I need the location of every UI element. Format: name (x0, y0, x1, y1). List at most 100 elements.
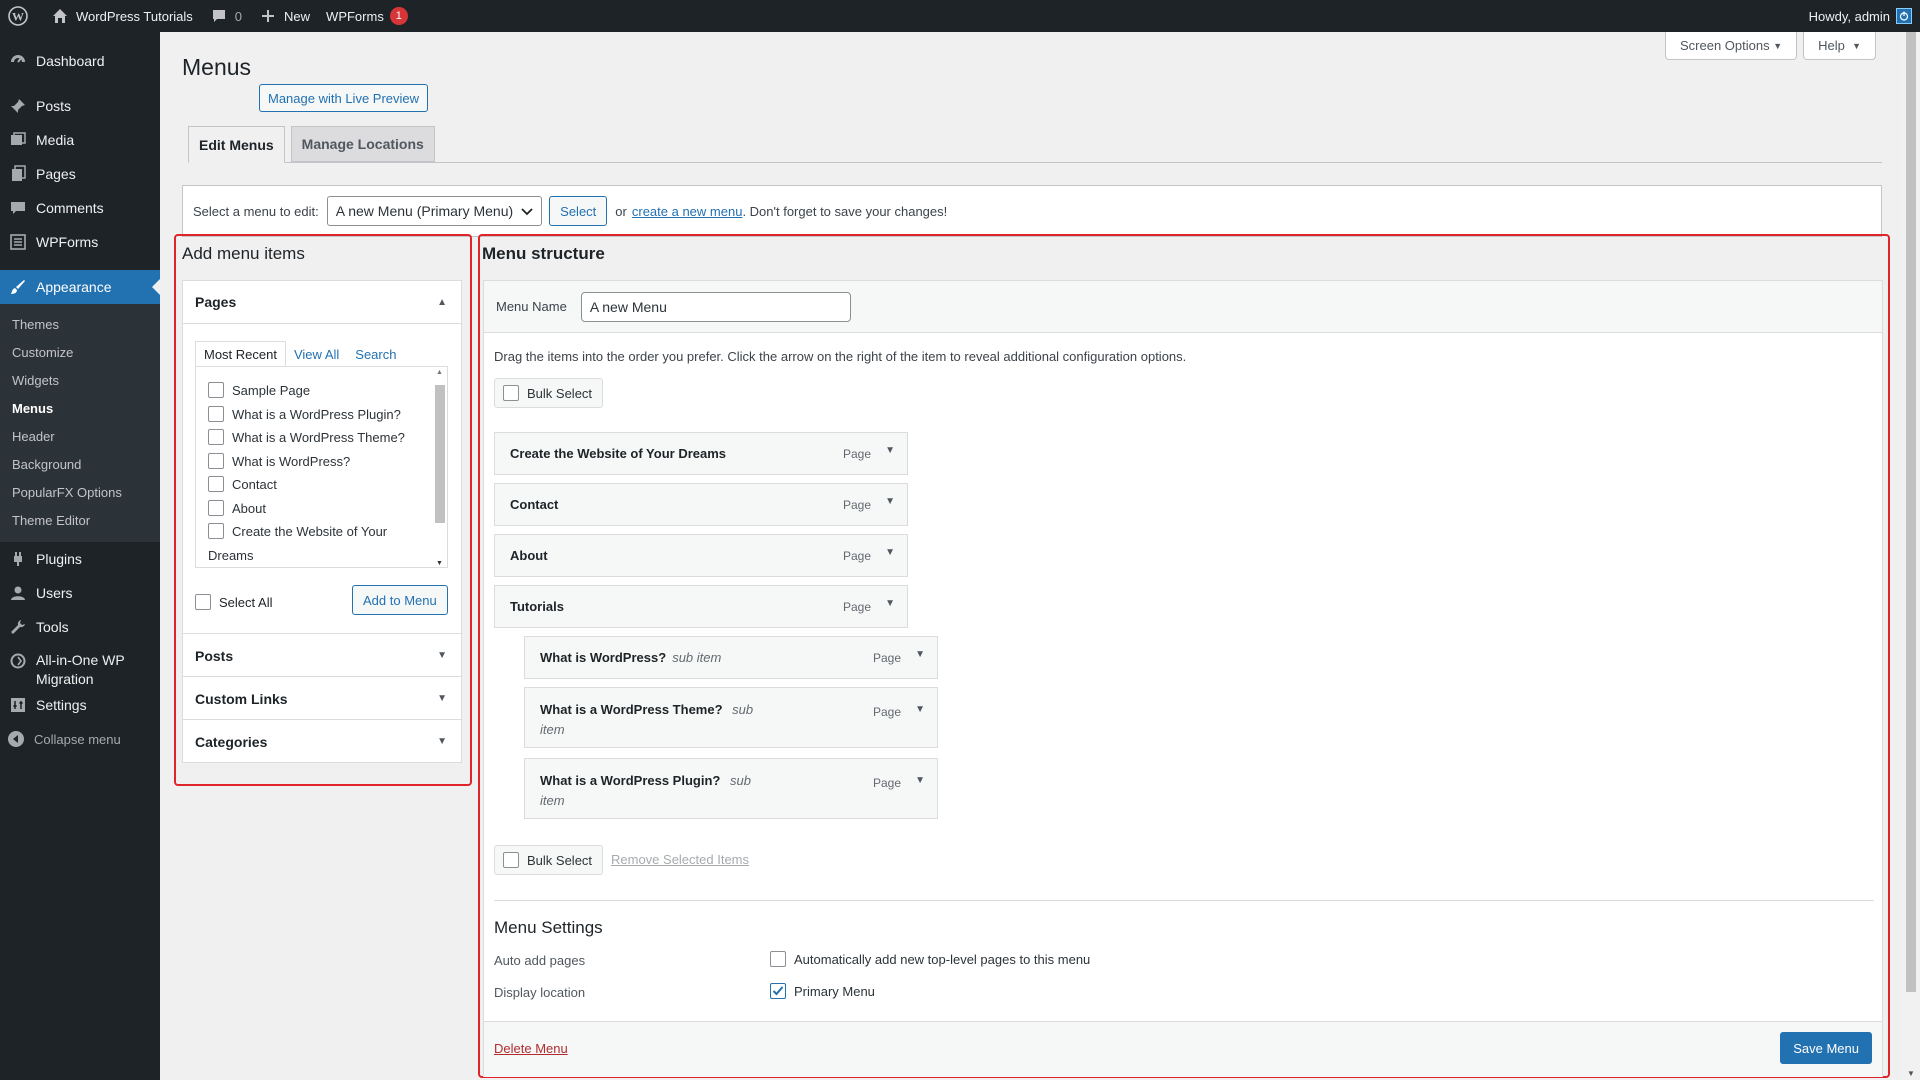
submenu-theme-editor[interactable]: Theme Editor (0, 507, 160, 535)
menu-item[interactable]: About Page ▼ (494, 534, 908, 577)
menu-item-title: What is a WordPress Plugin? (540, 773, 721, 788)
list-item[interactable]: Sample Page (196, 382, 447, 406)
sidebar-item-wpforms[interactable]: WPForms (0, 225, 160, 259)
checkbox[interactable] (208, 382, 224, 398)
caret-down-icon[interactable]: ▼ (915, 649, 925, 660)
sidebar-item-dashboard[interactable]: Dashboard (0, 44, 160, 78)
caret-down-icon[interactable]: ▼ (885, 445, 895, 456)
sidebar-item-appearance[interactable]: Appearance (0, 270, 160, 304)
list-scrollbar[interactable]: ▲ ▼ (435, 369, 445, 567)
collapse-menu-button[interactable]: Collapse menu (0, 722, 160, 756)
wordpress-logo-button[interactable]: W (0, 0, 42, 32)
sidebar-item-settings[interactable]: Settings (0, 688, 160, 722)
auto-add-checkbox[interactable] (770, 951, 786, 967)
bulk-select-bottom[interactable]: Bulk Select (494, 845, 604, 875)
submenu-customize[interactable]: Customize (0, 339, 160, 367)
sidebar-item-media[interactable]: Media (0, 123, 160, 157)
avatar[interactable] (1896, 8, 1912, 24)
menu-item[interactable]: Create the Website of Your Dreams Page ▼ (494, 432, 908, 475)
remove-selected-link[interactable]: Remove Selected Items (611, 852, 749, 867)
checkbox[interactable] (208, 429, 224, 445)
scroll-thumb[interactable] (435, 385, 445, 523)
tab-view-all[interactable]: View All (286, 341, 347, 367)
caret-down-icon[interactable]: ▼ (915, 700, 925, 720)
sidebar-item-comments[interactable]: Comments (0, 191, 160, 225)
menu-sub-item[interactable]: What is a WordPress Plugin? sub item Pag… (524, 758, 938, 819)
wpforms-link[interactable]: WPForms 1 (318, 0, 416, 32)
categories-accordion-header[interactable]: Categories ▼ (183, 720, 461, 763)
submenu-widgets[interactable]: Widgets (0, 367, 160, 395)
sidebar-item-tools[interactable]: Tools (0, 610, 160, 644)
caret-down-icon[interactable]: ▼ (885, 496, 895, 507)
add-to-menu-button[interactable]: Add to Menu (352, 585, 448, 615)
checkbox[interactable] (208, 523, 224, 539)
sidebar-item-posts[interactable]: Posts (0, 89, 160, 123)
menu-sub-item[interactable]: What is a WordPress Theme? sub item Page… (524, 687, 938, 748)
live-preview-button[interactable]: Manage with Live Preview (259, 84, 429, 112)
submenu-header[interactable]: Header (0, 423, 160, 451)
menu-select[interactable]: A new Menu (Primary Menu) (326, 196, 543, 226)
scroll-down-icon[interactable]: ▼ (1907, 1069, 1915, 1078)
new-content-link[interactable]: New (250, 0, 318, 32)
select-menu-button[interactable]: Select (549, 196, 608, 226)
site-name-link[interactable]: WordPress Tutorials (42, 0, 201, 32)
list-item[interactable]: What is WordPress? (196, 452, 447, 477)
page-scrollbar[interactable]: ▼ (1902, 32, 1920, 1080)
posts-accordion[interactable]: Posts ▼ (182, 633, 462, 677)
submenu-popularfx-options[interactable]: PopularFX Options (0, 479, 160, 507)
pages-accordion-header[interactable]: Pages ▲ (183, 281, 461, 324)
sidebar-item-plugins[interactable]: Plugins (0, 542, 160, 576)
sidebar-item-migration[interactable]: All-in-One WP Migration (0, 644, 160, 688)
list-item[interactable]: Contact (196, 476, 447, 500)
delete-menu-link[interactable]: Delete Menu (494, 1041, 568, 1056)
tab-most-recent[interactable]: Most Recent (195, 341, 286, 367)
select-all-checkbox[interactable] (195, 594, 211, 610)
custom-links-accordion[interactable]: Custom Links ▼ (182, 676, 462, 720)
posts-accordion-header[interactable]: Posts ▼ (183, 634, 461, 677)
save-menu-button[interactable]: Save Menu (1780, 1032, 1872, 1064)
submenu-themes[interactable]: Themes (0, 311, 160, 339)
tab-search[interactable]: Search (347, 341, 404, 367)
primary-menu-checkbox[interactable] (770, 983, 786, 999)
tab-manage-locations[interactable]: Manage Locations (290, 126, 435, 162)
howdy-text[interactable]: Howdy, admin (1809, 9, 1890, 24)
submenu-menus[interactable]: Menus (0, 395, 160, 423)
menu-item[interactable]: Tutorials Page ▼ (494, 585, 908, 628)
sidebar-item-users[interactable]: Users (0, 576, 160, 610)
comments-link[interactable]: 0 (201, 0, 250, 32)
bulk-select-checkbox[interactable] (503, 852, 519, 868)
sidebar-item-pages[interactable]: Pages (0, 157, 160, 191)
categories-accordion[interactable]: Categories ▼ (182, 719, 462, 763)
caret-down-icon[interactable]: ▼ (885, 598, 895, 609)
select-all-control[interactable]: Select All (195, 594, 272, 610)
create-new-menu-link[interactable]: create a new menu (632, 204, 743, 219)
list-item[interactable]: What is a WordPress Plugin? (196, 405, 447, 430)
auto-add-text: Automatically add new top-level pages to… (794, 951, 1091, 967)
list-item[interactable]: About (196, 499, 447, 524)
checkbox[interactable] (208, 405, 224, 422)
list-item[interactable]: What is a WordPress Theme? (196, 429, 447, 453)
menu-item[interactable]: Contact Page ▼ (494, 483, 908, 526)
menu-sub-item[interactable]: What is WordPress? sub item Page ▼ (524, 636, 938, 679)
caret-down-icon[interactable]: ▼ (915, 771, 925, 791)
sidebar-label: Settings (36, 697, 87, 713)
scroll-up-icon[interactable]: ▲ (436, 369, 443, 376)
list-item[interactable]: Create the Website of Your (196, 523, 447, 547)
scroll-down-icon[interactable]: ▼ (436, 560, 443, 567)
help-button[interactable]: Help ▼ (1803, 32, 1877, 60)
caret-down-icon[interactable]: ▼ (885, 547, 895, 558)
bulk-select-top[interactable]: Bulk Select (494, 378, 604, 408)
submenu-background[interactable]: Background (0, 451, 160, 479)
tab-edit-menus[interactable]: Edit Menus (188, 126, 285, 163)
auto-add-option[interactable]: Automatically add new top-level pages to… (770, 951, 1090, 967)
checkbox[interactable] (208, 476, 224, 492)
menu-name-input[interactable]: A new Menu (580, 291, 851, 322)
custom-links-accordion-header[interactable]: Custom Links ▼ (183, 677, 461, 720)
bulk-select-checkbox[interactable] (503, 385, 519, 401)
screen-options-button[interactable]: Screen Options ▼ (1665, 32, 1798, 60)
checkbox[interactable] (208, 452, 224, 469)
checkbox[interactable] (208, 499, 224, 516)
menu-settings-title: Menu Settings (494, 918, 603, 937)
primary-menu-option[interactable]: Primary Menu (770, 983, 875, 999)
page-scroll-thumb[interactable] (1906, 32, 1916, 992)
